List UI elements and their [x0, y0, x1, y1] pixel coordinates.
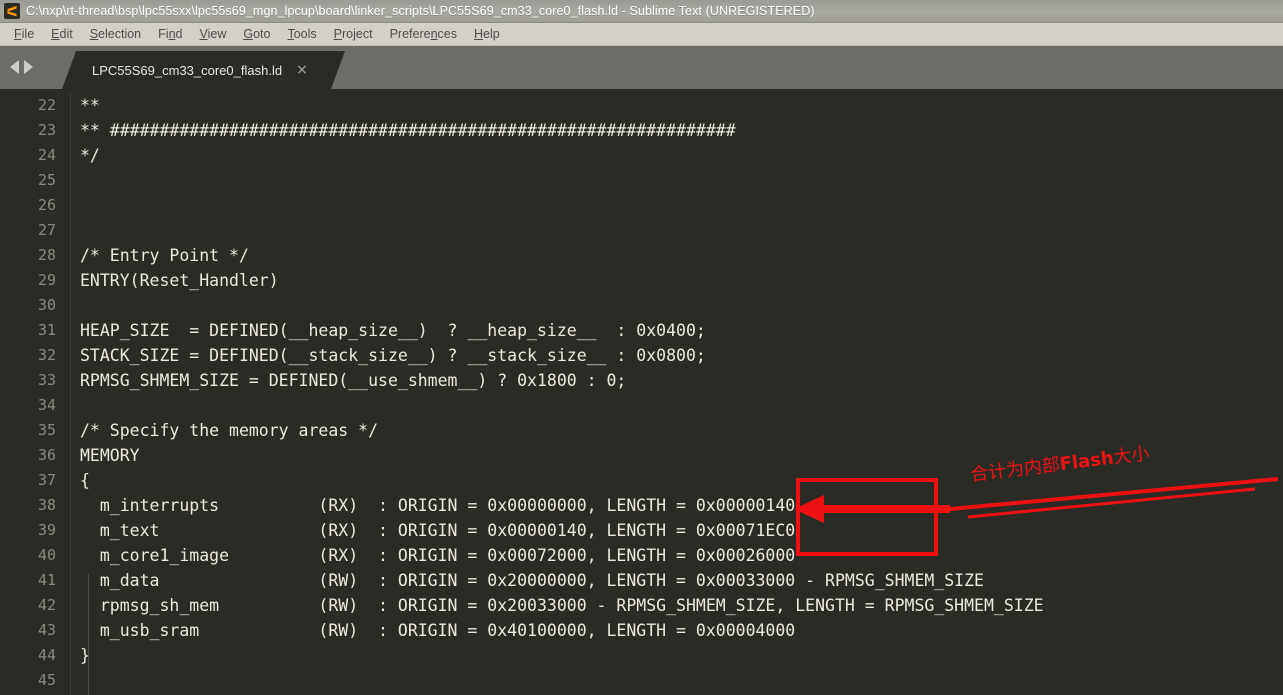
- code-line[interactable]: 31 HEAP_SIZE = DEFINED(__heap_size__) ? _…: [0, 318, 1283, 343]
- code-line[interactable]: 45: [0, 668, 1283, 693]
- line-number: 29: [37, 271, 56, 289]
- line-text: ENTRY(Reset_Handler): [80, 271, 279, 290]
- line-text: STACK_SIZE = DEFINED(__stack_size__) ? _…: [80, 346, 706, 365]
- code-line[interactable]: 27: [0, 218, 1283, 243]
- line-text: ** #####################################…: [80, 121, 736, 140]
- code-line[interactable]: 36 MEMORY: [0, 443, 1283, 468]
- line-number: 39: [37, 521, 56, 539]
- line-text: m_text (RX) : ORIGIN = 0x00000140, LENGT…: [80, 521, 796, 540]
- line-text: HEAP_SIZE = DEFINED(__heap_size__) ? __h…: [80, 321, 706, 340]
- menu-find[interactable]: Find: [150, 25, 191, 43]
- tab-lpc55s69-cm33-core0-flash-ld[interactable]: LPC55S69_cm33_core0_flash.ld ×: [62, 51, 345, 89]
- code-editor[interactable]: 22 ** 23 ** ###############################…: [0, 89, 1283, 695]
- code-line[interactable]: 22 **: [0, 93, 1283, 118]
- line-number: 32: [37, 346, 56, 364]
- code-line[interactable]: 38 m_interrupts (RX) : ORIGIN = 0x000000…: [0, 493, 1283, 518]
- code-line[interactable]: 40 m_core1_image (RX) : ORIGIN = 0x00072…: [0, 543, 1283, 568]
- code-line[interactable]: 26: [0, 193, 1283, 218]
- sublime-text-icon: [4, 3, 20, 19]
- line-text: m_core1_image (RX) : ORIGIN = 0x00072000…: [80, 546, 796, 565]
- line-number: 24: [37, 146, 56, 164]
- code-line[interactable]: 37 {: [0, 468, 1283, 493]
- line-text: RPMSG_SHMEM_SIZE = DEFINED(__use_shmem__…: [80, 371, 627, 390]
- indent-guide: [88, 574, 89, 695]
- line-number: 22: [37, 96, 56, 114]
- code-line[interactable]: 34: [0, 393, 1283, 418]
- code-line[interactable]: 33 RPMSG_SHMEM_SIZE = DEFINED(__use_shmem…: [0, 368, 1283, 393]
- menu-file[interactable]: File: [6, 25, 43, 43]
- menu-view[interactable]: View: [191, 25, 235, 43]
- gutter-divider: [70, 93, 71, 695]
- code-line[interactable]: 24 */: [0, 143, 1283, 168]
- line-number: 28: [37, 246, 56, 264]
- menubar: File Edit Selection Find View Goto Tools…: [0, 23, 1283, 46]
- code-line[interactable]: 30: [0, 293, 1283, 318]
- line-text: MEMORY: [80, 446, 140, 465]
- menu-help[interactable]: Help: [466, 25, 509, 43]
- menu-file-rest: ile: [21, 27, 35, 41]
- line-number: 42: [37, 596, 56, 614]
- code-line[interactable]: 35 /* Specify the memory areas */: [0, 418, 1283, 443]
- code-line[interactable]: 28 /* Entry Point */: [0, 243, 1283, 268]
- line-text: m_usb_sram (RW) : ORIGIN = 0x40100000, L…: [80, 621, 796, 640]
- line-number: 30: [37, 296, 56, 314]
- line-number: 45: [37, 671, 56, 689]
- line-number: 41: [37, 571, 56, 589]
- tabbar: LPC55S69_cm33_core0_flash.ld ×: [0, 46, 1283, 89]
- menu-project[interactable]: Project: [326, 25, 382, 43]
- line-number: 23: [37, 121, 56, 139]
- tab-label: LPC55S69_cm33_core0_flash.ld: [92, 62, 283, 78]
- line-number: 35: [37, 421, 56, 439]
- line-number: 43: [37, 621, 56, 639]
- tab-navigation: [10, 60, 33, 74]
- window-title: C:\nxp\rt-thread\bsp\lpc55sxx\lpc55s69_m…: [26, 4, 815, 18]
- menu-selection[interactable]: Selection: [82, 25, 150, 43]
- line-text: }: [80, 646, 90, 665]
- menu-selection-rest: election: [98, 27, 142, 41]
- menu-tools[interactable]: Tools: [279, 25, 325, 43]
- line-text: */: [80, 146, 100, 165]
- code-line[interactable]: 25: [0, 168, 1283, 193]
- line-number: 36: [37, 446, 56, 464]
- code-line[interactable]: 29 ENTRY(Reset_Handler): [0, 268, 1283, 293]
- menu-goto[interactable]: Goto: [235, 25, 279, 43]
- line-number: 25: [37, 171, 56, 189]
- code-line[interactable]: 23 ** ###################################…: [0, 118, 1283, 143]
- line-text: m_interrupts (RX) : ORIGIN = 0x00000000,…: [80, 496, 796, 515]
- line-text: m_data (RW) : ORIGIN = 0x20000000, LENGT…: [80, 571, 984, 590]
- line-text: /* Entry Point */: [80, 246, 249, 265]
- code-line[interactable]: 44}: [0, 643, 1283, 668]
- line-text: /* Specify the memory areas */: [80, 421, 379, 440]
- tab-next-arrow-icon[interactable]: [24, 60, 33, 74]
- code-line[interactable]: 32 STACK_SIZE = DEFINED(__stack_size__) ?…: [0, 343, 1283, 368]
- line-number: 38: [37, 496, 56, 514]
- line-number: 40: [37, 546, 56, 564]
- line-number: 27: [37, 221, 56, 239]
- code-line[interactable]: 43 m_usb_sram (RW) : ORIGIN = 0x40100000…: [0, 618, 1283, 643]
- line-number: 31: [37, 321, 56, 339]
- code-line[interactable]: 42 rpmsg_sh_mem (RW) : ORIGIN = 0x200330…: [0, 593, 1283, 618]
- menu-edit[interactable]: Edit: [43, 25, 82, 43]
- close-icon[interactable]: ×: [296, 63, 308, 77]
- line-number: 26: [37, 196, 56, 214]
- code-line[interactable]: 41 m_data (RW) : ORIGIN = 0x20000000, LE…: [0, 568, 1283, 593]
- line-number: 33: [37, 371, 56, 389]
- window-titlebar: C:\nxp\rt-thread\bsp\lpc55sxx\lpc55s69_m…: [0, 0, 1283, 23]
- line-number: 44: [37, 646, 56, 664]
- tab-prev-arrow-icon[interactable]: [10, 60, 19, 74]
- line-text: {: [80, 471, 90, 490]
- menu-edit-rest: dit: [59, 27, 73, 41]
- code-lines[interactable]: 22 ** 23 ** ###############################…: [0, 89, 1283, 693]
- line-text: rpmsg_sh_mem (RW) : ORIGIN = 0x20033000 …: [80, 596, 1044, 615]
- line-text: **: [80, 96, 100, 115]
- line-number: 37: [37, 471, 56, 489]
- line-number: 34: [37, 396, 56, 414]
- menu-preferences[interactable]: Preferences: [382, 25, 466, 43]
- code-line[interactable]: 39 m_text (RX) : ORIGIN = 0x00000140, LE…: [0, 518, 1283, 543]
